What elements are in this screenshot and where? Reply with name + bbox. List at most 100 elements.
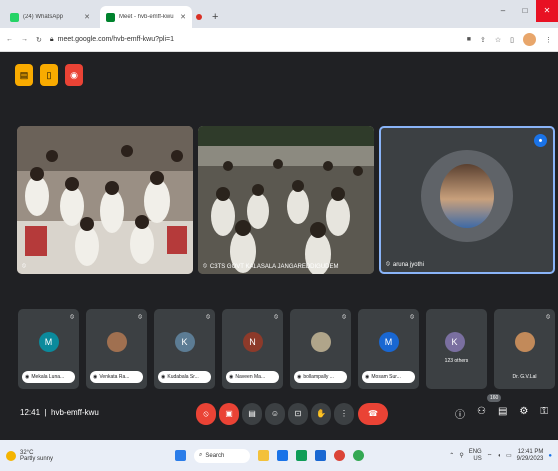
tab-meet[interactable]: Meet - hvb-emff-kwu ✕ — [100, 6, 192, 28]
edge-icon[interactable] — [296, 450, 307, 461]
weather-text: Partly sunny — [20, 455, 54, 462]
recording-icon[interactable]: ◉ — [65, 64, 83, 86]
meeting-code: hvb-emff-kwu — [51, 408, 99, 417]
mic-off-icon: ⦸ — [203, 263, 207, 269]
people-icon[interactable]: ⚇ — [477, 406, 486, 421]
participant-tile[interactable]: ⦸ M ◉ Mekala Luna... — [18, 309, 79, 389]
pin-icon: ◉ — [297, 374, 302, 380]
sidebar-icon[interactable]: ▯ — [510, 36, 514, 44]
participant-name: ◉ Kudabala Sr... — [158, 371, 211, 383]
more-options-button[interactable]: ⋮ — [334, 403, 354, 425]
video-tile-speaker[interactable]: ⦁ ⦸ aruna jyothi — [379, 126, 555, 274]
lock-icon: 🔒︎ — [49, 35, 54, 43]
profile-avatar[interactable] — [523, 33, 536, 46]
store-icon[interactable] — [315, 450, 326, 461]
mic-off-icon: ⦸ — [410, 314, 414, 320]
tile-name: ⦸ C3TS GOVT KALASALA JANGAREDDIGUDEM — [203, 263, 339, 270]
reload-icon[interactable]: ↻ — [36, 36, 42, 44]
menu-icon[interactable]: ⋮ — [545, 36, 552, 44]
weather-icon — [6, 450, 16, 461]
camera-indicator-icon[interactable]: ■ — [467, 36, 471, 43]
forward-icon[interactable]: → — [21, 36, 28, 43]
captions-button[interactable]: ▤ — [242, 403, 262, 425]
others-tile[interactable]: K 123 others — [426, 309, 487, 389]
battery-icon[interactable]: ▭ — [506, 452, 512, 459]
raise-hand-button[interactable]: ✋ — [311, 403, 331, 425]
back-icon[interactable]: ← — [6, 36, 13, 43]
avatar: N — [242, 332, 263, 352]
volume-icon[interactable]: ◖ — [497, 453, 501, 459]
recording-dot-icon — [196, 14, 202, 20]
address-bar: ← → ↻ 🔒︎ meet.google.com/hvb-emff-kwu?pl… — [0, 28, 558, 52]
window-controls: – □ ✕ — [492, 0, 558, 22]
participant-tile[interactable]: ⦸ ◉ bollampally ... — [290, 309, 351, 389]
meet-app-icon[interactable] — [277, 450, 288, 461]
url-field[interactable]: 🔒︎ meet.google.com/hvb-emff-kwu?pli=1 — [50, 36, 459, 44]
app-icon[interactable] — [353, 450, 364, 461]
mic-off-icon: ⦸ — [546, 314, 550, 320]
participant-tile[interactable]: ⦸ M ◉ Mosam Sur... — [358, 309, 419, 389]
chat-icon[interactable]: ▤ — [498, 406, 507, 421]
participant-name: ◉ Mekala Luna... — [22, 371, 75, 383]
classroom-video — [17, 126, 193, 274]
tab-title: (24) WhatsApp — [23, 14, 64, 20]
mic-off-icon: ⦸ — [274, 314, 278, 320]
chrome-icon[interactable] — [334, 450, 345, 461]
camera-off-button[interactable]: ▣ — [219, 403, 239, 425]
mic-off-button[interactable]: ⦸ — [196, 403, 216, 425]
file-explorer-icon[interactable] — [258, 450, 269, 461]
url-text: meet.google.com/hvb-emff-kwu?pli=1 — [57, 36, 175, 43]
mic-off-icon: ⦸ — [386, 261, 390, 267]
participant-tile[interactable]: ⦸ Dr. G.V.Lal — [494, 309, 555, 389]
close-tab-icon[interactable]: ✕ — [84, 13, 90, 21]
close-tab-icon[interactable]: ✕ — [180, 13, 186, 21]
new-tab-button[interactable]: + — [212, 11, 218, 23]
avatar: K — [174, 332, 195, 352]
video-tile-classroom-1[interactable]: ⦸ — [17, 126, 193, 274]
mic-off-icon: ⦸ — [70, 314, 74, 320]
notes-icon[interactable]: ▤ — [15, 64, 33, 86]
location-icon[interactable]: ⚲ — [459, 452, 463, 459]
chevron-up-icon[interactable]: ⌃ — [449, 452, 454, 459]
participant-tile[interactable]: ⦸ ◉ Venkata Ra... — [86, 309, 147, 389]
participant-name: ◉ bollampally ... — [294, 371, 347, 383]
windows-start-icon[interactable] — [175, 450, 186, 461]
activities-icon[interactable]: ▯ — [40, 64, 58, 86]
share-icon[interactable]: ⇪ — [480, 36, 486, 44]
browser-tab-bar: (24) WhatsApp ✕ Meet - hvb-emff-kwu ✕ + … — [0, 0, 558, 28]
video-tile-classroom-2[interactable]: ⦸ C3TS GOVT KALASALA JANGAREDDIGUDEM — [198, 126, 374, 274]
meet-control-bar: 12:41 | hvb-emff-kwu ⦸ ▣ ▤ ☺ ⊡ ✋ ⋮ ☎ 160… — [0, 392, 558, 440]
language-indicator[interactable]: ENG US — [469, 449, 482, 463]
meet-stage: ▤ ▯ ◉ ⦸ ⦸ C3TS GOVT KALASALA JANGAREDDIGU… — [0, 52, 558, 440]
participant-tile[interactable]: ⦸ K ◉ Kudabala Sr... — [154, 309, 215, 389]
speaker-photo-ring — [421, 150, 513, 242]
speaking-indicator-icon: ⦁ — [534, 134, 547, 147]
pin-icon: ◉ — [25, 374, 30, 380]
weather-widget[interactable]: 32°C Partly sunny — [0, 450, 175, 462]
clock-time: 12:41 — [20, 408, 41, 417]
host-controls-icon[interactable]: ⚿ — [540, 406, 548, 421]
participant-tile[interactable]: ⦸ N ◉ Naveen Ma... — [222, 309, 283, 389]
speaker-photo — [440, 164, 494, 228]
avatar: M — [378, 332, 399, 352]
notification-icon[interactable]: ● — [548, 453, 552, 459]
participant-name: ◉ Mosam Sur... — [362, 371, 415, 383]
meeting-details-icon[interactable]: ⓘ — [455, 406, 465, 421]
maximize-button[interactable]: □ — [514, 0, 536, 22]
tab-whatsapp[interactable]: (24) WhatsApp ✕ — [4, 6, 96, 28]
minimize-button[interactable]: – — [492, 0, 514, 22]
bookmark-star-icon[interactable]: ☆ — [495, 36, 501, 44]
taskbar-apps: ⌕ Search — [175, 448, 364, 463]
close-window-button[interactable]: ✕ — [536, 0, 558, 22]
classroom-video — [198, 126, 374, 274]
windows-taskbar: 32°C Partly sunny ⌕ Search ⌃ ⚲ ENG US ⌔ ◖ … — [0, 440, 558, 471]
clock[interactable]: 12:41 PM 9/29/2023 — [517, 449, 544, 463]
activities-icon[interactable]: ⚙ — [519, 406, 528, 421]
leave-call-button[interactable]: ☎ — [358, 403, 388, 425]
emoji-button[interactable]: ☺ — [265, 403, 285, 425]
present-button[interactable]: ⊡ — [288, 403, 308, 425]
avatar — [106, 332, 127, 352]
taskbar-search[interactable]: ⌕ Search — [194, 448, 250, 463]
wifi-icon[interactable]: ⌔ — [487, 452, 493, 460]
pin-icon: ◉ — [365, 374, 370, 380]
